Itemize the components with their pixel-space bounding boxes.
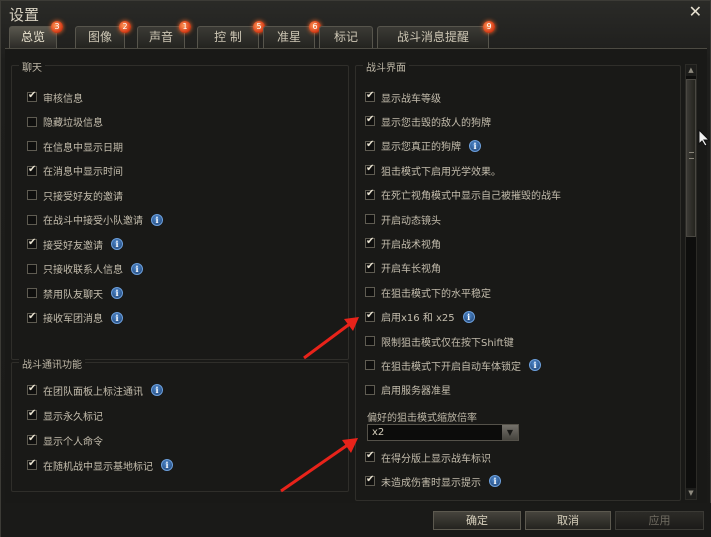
arrow-icon xyxy=(280,438,358,493)
settings-window: 设置 ✕ 总览 3 图像 2 声音 1 控 制 5 准星 6 标记 战斗消息提醒 9 聊天 战斗通讯功能… xyxy=(0,0,711,537)
arrow-icon xyxy=(303,317,359,360)
mouse-cursor-icon xyxy=(698,129,710,147)
annotation-arrows xyxy=(280,317,359,493)
